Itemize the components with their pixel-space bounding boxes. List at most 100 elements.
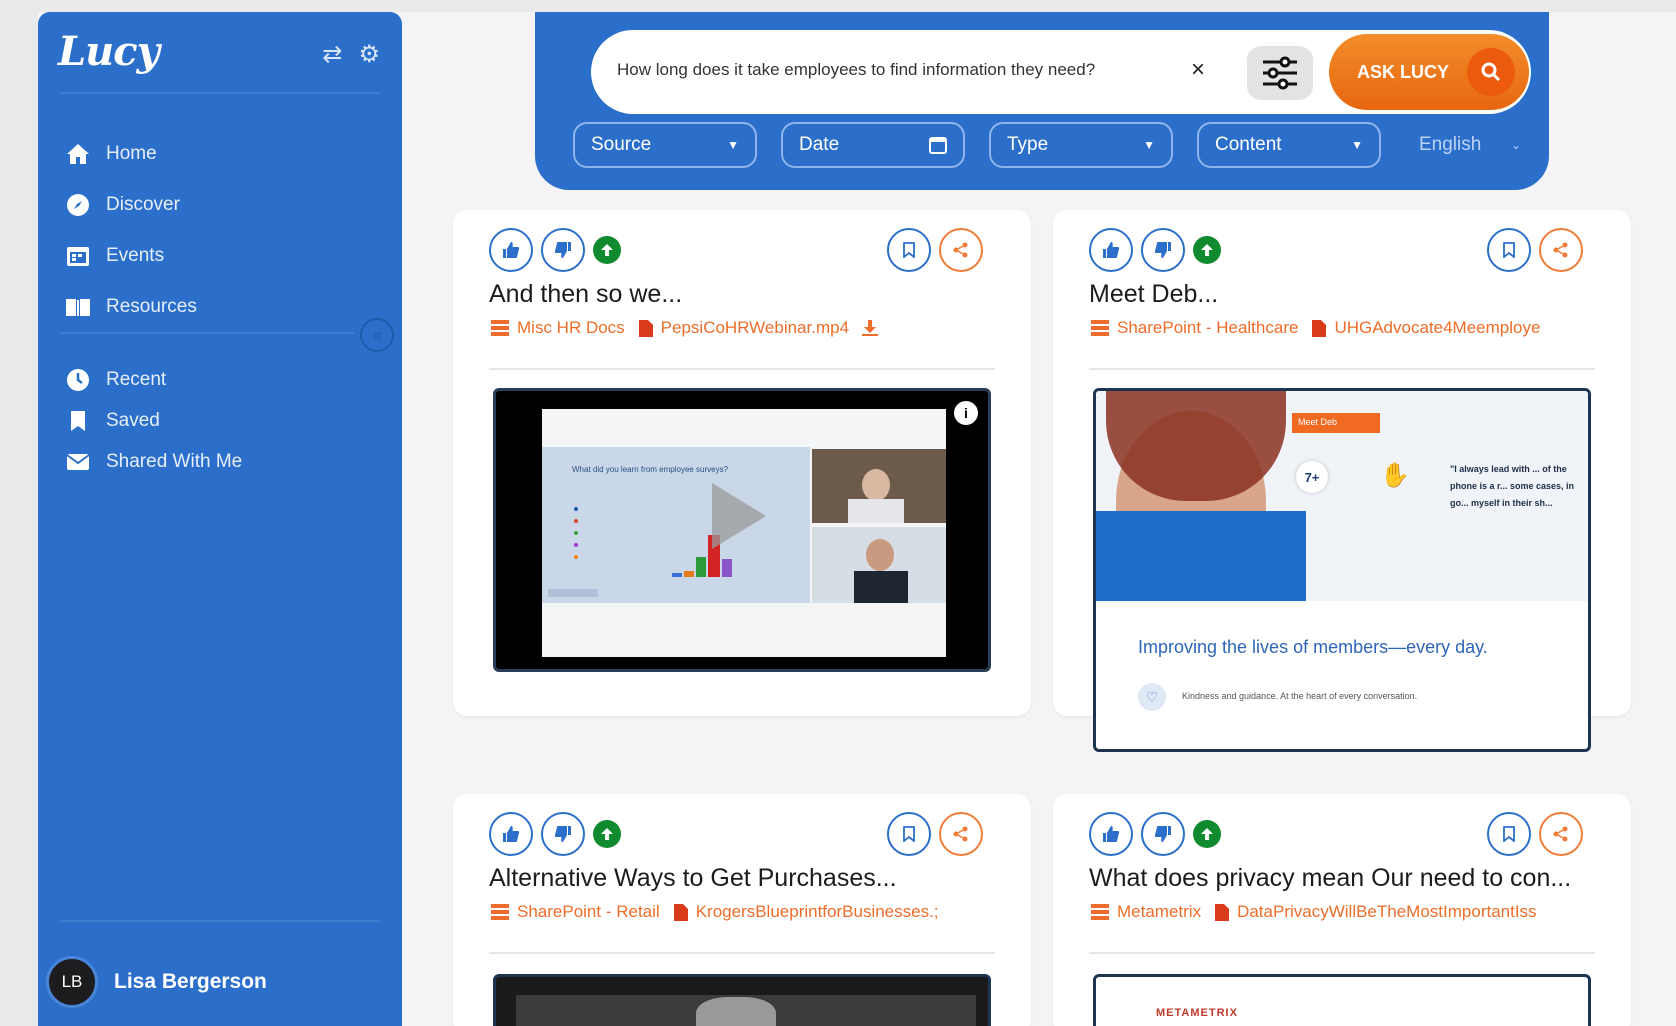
primary-nav: Home Discover Events Resources [64, 128, 374, 332]
card-source[interactable]: SharePoint - Healthcare [1117, 318, 1298, 338]
boost-button[interactable] [1193, 236, 1221, 264]
bookmark-button[interactable] [1487, 812, 1531, 856]
sidebar-item-label: Shared With Me [106, 450, 243, 472]
thumbs-up-button[interactable] [1089, 812, 1133, 856]
arrow-up-icon [1201, 244, 1213, 256]
file-icon [673, 903, 688, 921]
bookmark-button[interactable] [1487, 228, 1531, 272]
result-card[interactable]: Alternative Ways to Get Purchases... Sha… [453, 794, 1031, 1026]
share-button[interactable] [939, 228, 983, 272]
footer-text: Kindness and guidance. At the heart of e… [1182, 691, 1418, 701]
vote-group [1089, 228, 1221, 272]
clear-search-button[interactable]: × [1191, 56, 1205, 84]
sliders-icon [1263, 56, 1297, 90]
calendar-icon [929, 137, 947, 154]
card-file[interactable]: DataPrivacyWillBeTheMostImportantIss [1237, 902, 1536, 922]
filter-label: Content [1215, 134, 1282, 155]
advanced-filters-button[interactable] [1247, 46, 1313, 100]
content-filter[interactable]: Content ▼ [1197, 122, 1381, 168]
video-thumbnail[interactable]: What did you learn from employee surveys… [493, 388, 991, 672]
chevron-down-icon: ⌄ [1510, 138, 1521, 152]
card-source[interactable]: Misc HR Docs [517, 318, 625, 338]
thumbs-up-button[interactable] [1089, 228, 1133, 272]
file-icon [1312, 319, 1327, 337]
thumbs-down-button[interactable] [1141, 812, 1185, 856]
bookmark-icon [1503, 826, 1515, 842]
share-button[interactable] [1539, 812, 1583, 856]
participant-video [812, 527, 946, 603]
card-title[interactable]: And then so we... [489, 280, 682, 309]
vote-group [489, 228, 621, 272]
sidebar-item-events[interactable]: Events [64, 230, 374, 281]
video-thumbnail[interactable] [493, 974, 991, 1026]
arrow-up-icon [601, 244, 613, 256]
source-filter[interactable]: Source ▼ [573, 122, 757, 168]
result-card[interactable]: And then so we... Misc HR Docs PepsiCoHR… [453, 210, 1031, 716]
boost-button[interactable] [593, 820, 621, 848]
filter-label: Date [799, 134, 840, 155]
sidebar-item-resources[interactable]: Resources [64, 281, 374, 332]
caret-down-icon: ▼ [1351, 138, 1363, 152]
result-card[interactable]: Meet Deb... SharePoint - Healthcare UHGA… [1053, 210, 1631, 752]
card-source[interactable]: SharePoint - Retail [517, 902, 660, 922]
thumbs-down-button[interactable] [1141, 228, 1185, 272]
search-panel: How long does it take employees to find … [535, 12, 1549, 190]
type-filter[interactable]: Type ▼ [989, 122, 1173, 168]
collapse-sidebar-button[interactable]: « [360, 318, 394, 352]
info-icon[interactable]: i [954, 401, 978, 425]
app-logo[interactable]: Lucy [58, 28, 160, 75]
share-button[interactable] [1539, 228, 1583, 272]
search-box: How long does it take employees to find … [591, 30, 1531, 114]
download-icon[interactable] [861, 319, 879, 337]
bookmark-button[interactable] [887, 812, 931, 856]
home-icon [64, 142, 92, 166]
bookmark-icon [903, 826, 915, 842]
ask-lucy-button[interactable]: ASK LUCY [1329, 34, 1529, 110]
card-file[interactable]: KrogersBlueprintforBusinesses.; [696, 902, 939, 922]
card-file[interactable]: UHGAdvocate4Meemploye [1334, 318, 1540, 338]
database-icon [1091, 320, 1109, 336]
boost-button[interactable] [1193, 820, 1221, 848]
vote-group [1089, 812, 1221, 856]
card-actions [887, 228, 983, 272]
filter-label: Type [1007, 134, 1049, 155]
sidebar-item-discover[interactable]: Discover [64, 179, 374, 230]
card-actions [1487, 228, 1583, 272]
file-icon [638, 319, 653, 337]
card-title[interactable]: Meet Deb... [1089, 280, 1218, 309]
arrow-up-icon [1201, 828, 1213, 840]
thumbs-down-button[interactable] [541, 812, 585, 856]
search-input[interactable]: How long does it take employees to find … [617, 60, 1095, 80]
share-icon [1553, 242, 1568, 258]
thumbs-down-button[interactable] [541, 228, 585, 272]
result-card[interactable]: What does privacy mean Our need to con..… [1053, 794, 1631, 1026]
document-thumbnail[interactable]: Meet Deb 7+ ✋ "I always lead with ... of… [1093, 388, 1591, 752]
date-filter[interactable]: Date [781, 122, 965, 168]
user-name: Lisa Bergerson [114, 970, 267, 993]
gear-icon[interactable]: ⚙ [358, 40, 380, 69]
play-icon[interactable] [708, 481, 768, 551]
secondary-nav: Recent Saved Shared With Me [64, 359, 374, 482]
sidebar-item-saved[interactable]: Saved [64, 400, 374, 441]
user-profile[interactable]: LB Lisa Bergerson [46, 956, 267, 1008]
card-source[interactable]: Metametrix [1117, 902, 1201, 922]
boost-button[interactable] [593, 236, 621, 264]
thumbs-up-button[interactable] [489, 812, 533, 856]
thumbs-down-icon [554, 242, 571, 258]
thumbs-up-button[interactable] [489, 228, 533, 272]
sidebar-item-recent[interactable]: Recent [64, 359, 374, 400]
share-icon [1553, 826, 1568, 842]
sidebar-item-shared-with-me[interactable]: Shared With Me [64, 441, 374, 482]
swap-icon[interactable]: ⇄ [322, 40, 342, 69]
sidebar-item-home[interactable]: Home [64, 128, 374, 179]
card-file[interactable]: PepsiCoHRWebinar.mp4 [661, 318, 849, 338]
document-thumbnail[interactable]: METAMETRIX [1093, 974, 1591, 1026]
language-select[interactable]: English ⌄ [1405, 122, 1535, 168]
card-title[interactable]: What does privacy mean Our need to con..… [1089, 864, 1571, 893]
share-button[interactable] [939, 812, 983, 856]
heart-icon: ♡ [1138, 683, 1166, 711]
vote-group [489, 812, 621, 856]
card-title[interactable]: Alternative Ways to Get Purchases... [489, 864, 897, 893]
bookmark-button[interactable] [887, 228, 931, 272]
thumbs-down-icon [554, 826, 571, 842]
